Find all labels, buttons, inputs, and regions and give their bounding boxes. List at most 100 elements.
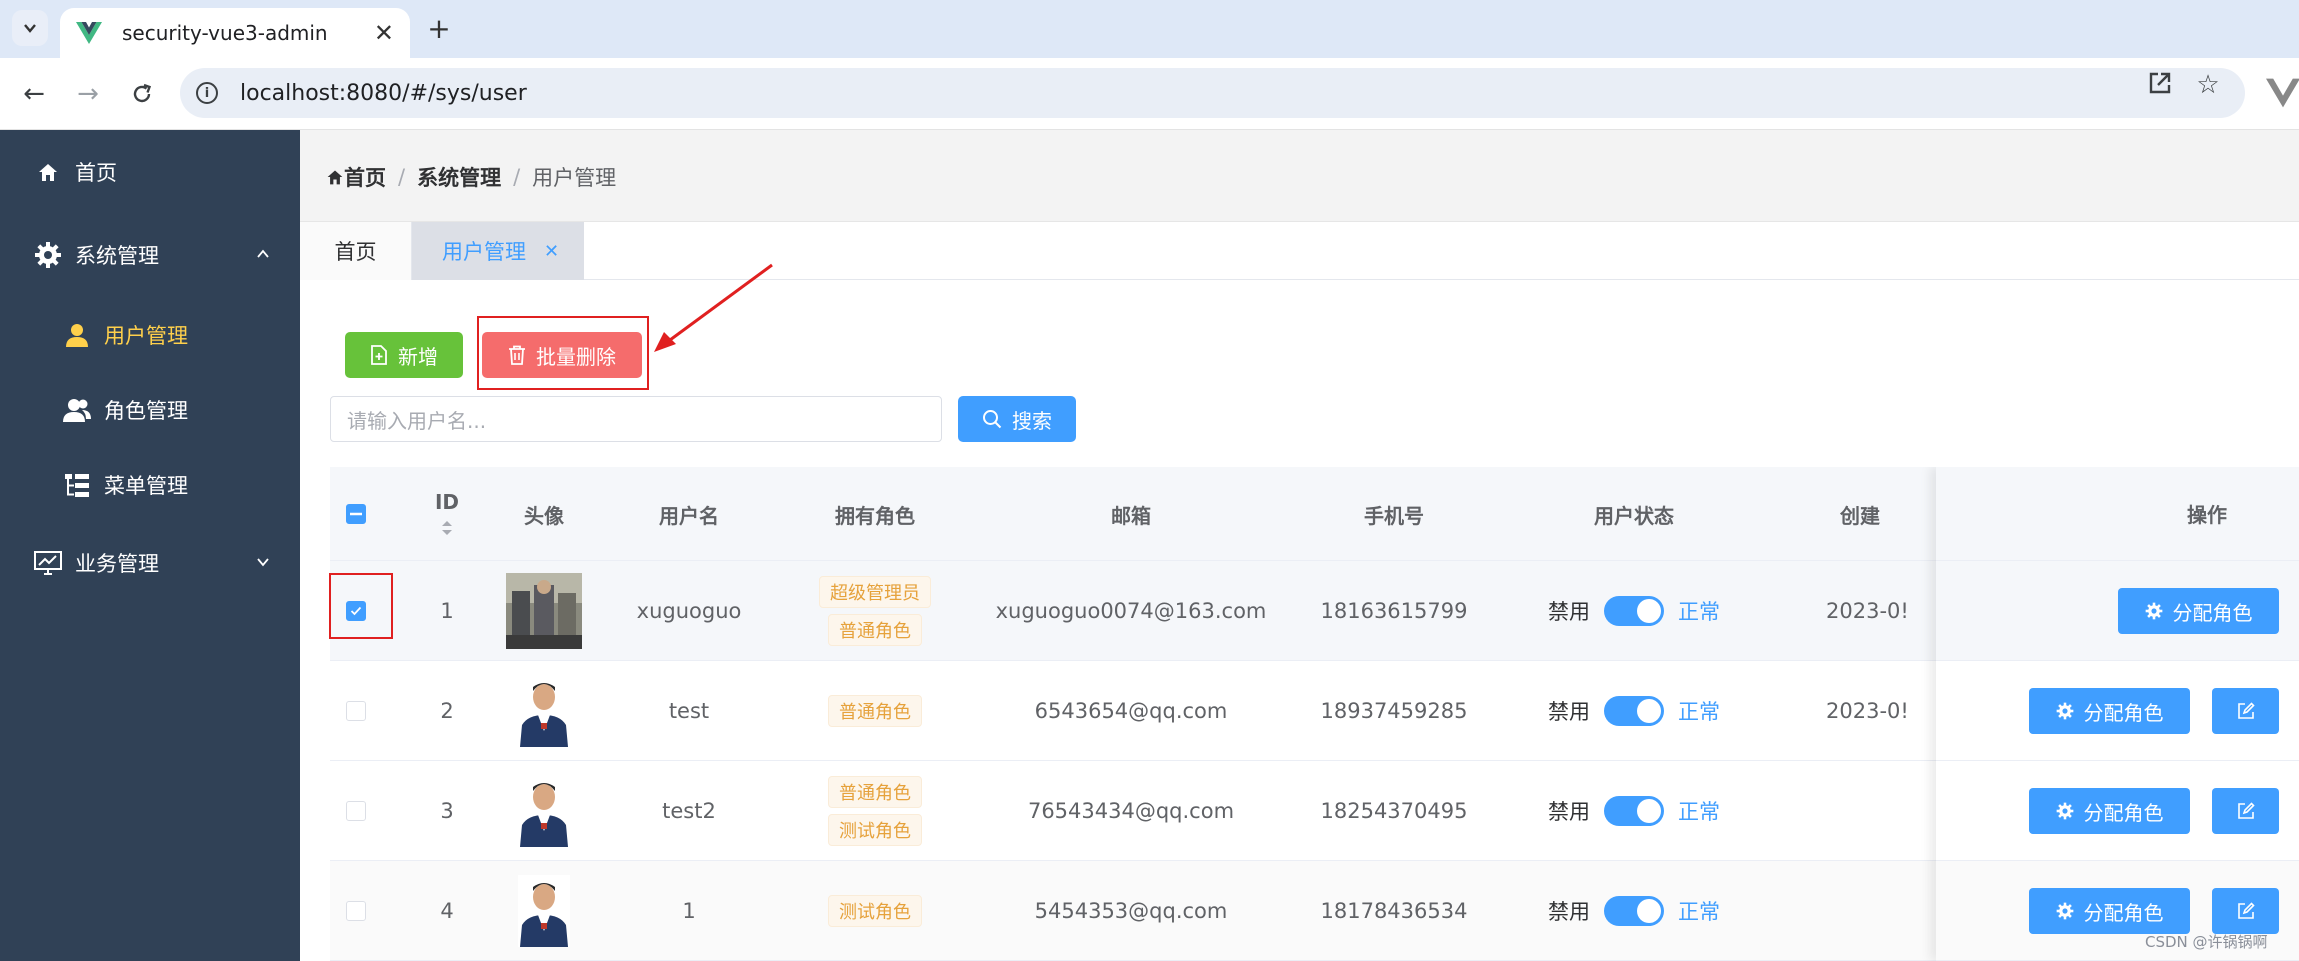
role-tag: 普通角色 <box>828 776 922 808</box>
header-label: 操作 <box>2187 503 2227 527</box>
avatar <box>518 675 570 747</box>
cell-username: test <box>668 699 710 723</box>
browser-tab-title: security-vue3-admin <box>122 21 328 45</box>
assign-role-label: 分配角色 <box>2083 800 2164 825</box>
open-in-app-icon[interactable] <box>2145 70 2175 103</box>
row-checkbox[interactable] <box>346 901 366 921</box>
cell-phone: 18254370495 <box>1320 799 1468 823</box>
tree-menu-icon <box>62 470 92 500</box>
status-switch[interactable] <box>1604 896 1664 926</box>
assign-role-button[interactable]: 分配角色 <box>2029 788 2190 834</box>
tab-search-button[interactable] <box>12 10 48 46</box>
avatar <box>506 573 582 649</box>
status-switch[interactable] <box>1604 796 1664 826</box>
close-icon[interactable]: ✕ <box>374 19 394 47</box>
sidebar: 首页 系统管理 用户管理 角色管理 菜单管理 业务管理 <box>0 130 300 961</box>
status-switch[interactable] <box>1604 596 1664 626</box>
monitor-chart-icon <box>33 548 63 578</box>
site-info-icon[interactable]: i <box>196 82 218 104</box>
sidebar-item-label: 用户管理 <box>104 324 188 348</box>
assign-role-button[interactable]: 分配角色 <box>2029 688 2190 734</box>
assign-role-button[interactable]: 分配角色 <box>2118 588 2279 634</box>
row-checkbox[interactable] <box>346 801 366 821</box>
chevron-down-icon <box>24 24 36 33</box>
sort-icon[interactable] <box>440 518 454 538</box>
row-checkbox-cell[interactable] <box>330 661 382 761</box>
edit-button[interactable] <box>2212 888 2279 934</box>
vue-devtools-icon[interactable] <box>2266 76 2299 110</box>
main-content: 首页 / 系统管理 / 用户管理 首页 用户管理 ✕ 新增 批量删除 请输入用户… <box>300 130 2299 961</box>
back-button[interactable]: ← <box>14 74 54 114</box>
header-phone: 手机号 <box>1284 467 1504 561</box>
breadcrumb-home[interactable]: 首页 <box>344 162 386 192</box>
row-checkbox-cell[interactable] <box>330 861 382 961</box>
sidebar-item-roles[interactable]: 角色管理 <box>0 380 300 440</box>
edit-button[interactable] <box>2212 788 2279 834</box>
edit-button[interactable] <box>2212 688 2279 734</box>
close-icon[interactable]: ✕ <box>544 241 559 262</box>
assign-role-label: 分配角色 <box>2083 900 2164 925</box>
cell-roles: 测试角色 <box>772 861 978 961</box>
status-off-label: 禁用 <box>1548 900 1590 924</box>
plus-icon: + <box>427 11 451 45</box>
edit-icon <box>2237 702 2255 719</box>
cell-id: 4 <box>440 899 454 923</box>
new-tab-button[interactable]: + <box>422 10 456 46</box>
assign-role-label: 分配角色 <box>2083 700 2164 725</box>
header-label: 用户状态 <box>1594 503 1674 528</box>
assign-role-button[interactable]: 分配角色 <box>2029 888 2190 934</box>
search-placeholder: 请输入用户名... <box>347 408 487 433</box>
search-input[interactable]: 请输入用户名... <box>330 396 942 442</box>
header-label: 创建 <box>1840 503 1880 528</box>
header-id[interactable]: ID <box>412 467 482 561</box>
role-tag: 测试角色 <box>828 814 922 846</box>
cell-id: 1 <box>440 599 454 623</box>
sidebar-item-label: 系统管理 <box>75 244 159 268</box>
search-button[interactable]: 搜索 <box>958 396 1076 442</box>
status-switch[interactable] <box>1604 696 1664 726</box>
cell-status: 禁用 正常 <box>1504 561 1764 661</box>
cell-actions: 分配角色 <box>1936 661 2299 761</box>
bookmark-star-icon[interactable]: ☆ <box>2193 70 2223 100</box>
role-tag: 普通角色 <box>828 614 922 646</box>
header-avatar: 头像 <box>482 467 606 561</box>
sidebar-item-users[interactable]: 用户管理 <box>0 305 300 365</box>
tab-label: 首页 <box>334 240 377 264</box>
sidebar-item-system[interactable]: 系统管理 <box>0 225 300 285</box>
breadcrumb-system[interactable]: 系统管理 <box>417 162 501 192</box>
breadcrumb-separator: / <box>398 165 406 189</box>
reload-button[interactable] <box>122 74 162 114</box>
select-all-checkbox[interactable] <box>346 504 366 524</box>
cell-status: 禁用 正常 <box>1504 761 1764 861</box>
arrow-left-icon: ← <box>23 79 45 109</box>
row-checkbox-cell[interactable] <box>330 761 382 861</box>
tab-users[interactable]: 用户管理 ✕ <box>412 222 584 280</box>
forward-button[interactable]: → <box>68 74 108 114</box>
cell-avatar <box>482 561 606 661</box>
tab-home[interactable]: 首页 <box>300 222 412 280</box>
gear-icon <box>2145 602 2163 620</box>
sidebar-item-menus[interactable]: 菜单管理 <box>0 455 300 515</box>
role-tag: 超级管理员 <box>819 576 931 608</box>
tab-label: 用户管理 <box>442 240 526 264</box>
role-tag: 测试角色 <box>828 895 922 927</box>
cell-roles: 普通角色 <box>772 661 978 761</box>
row-checkbox[interactable] <box>346 701 366 721</box>
header-label: 拥有角色 <box>835 503 915 528</box>
header-actions: 操作 <box>1936 467 2299 561</box>
gear-icon <box>2056 702 2074 720</box>
search-button-label: 搜索 <box>1012 408 1052 433</box>
status-on-label: 正常 <box>1678 900 1720 924</box>
status-off-label: 禁用 <box>1548 800 1590 824</box>
sidebar-item-business[interactable]: 业务管理 <box>0 533 300 593</box>
cell-actions: 分配角色 <box>1936 761 2299 861</box>
address-bar[interactable]: i localhost:8080/#/sys/user <box>180 68 2245 118</box>
header-label: 用户名 <box>659 503 719 528</box>
status-on-label: 正常 <box>1678 700 1720 724</box>
browser-tab[interactable]: security-vue3-admin ✕ <box>60 8 410 58</box>
header-select-all[interactable] <box>330 467 382 561</box>
cell-email: xuguoguo0074@163.com <box>995 599 1267 623</box>
sidebar-item-home[interactable]: 首页 <box>0 142 300 202</box>
add-button[interactable]: 新增 <box>345 332 463 378</box>
top-header: 首页 / 系统管理 / 用户管理 <box>300 130 2299 222</box>
